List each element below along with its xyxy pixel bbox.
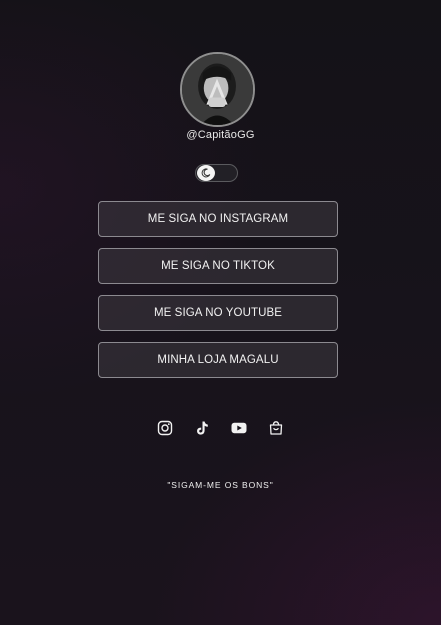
youtube-link-button[interactable]: ME SIGA NO YOUTUBE [98,295,338,331]
tagline: "SIGAM-ME OS BONS" [167,480,274,490]
instagram-icon[interactable] [157,420,173,436]
link-list: ME SIGA NO INSTAGRAM ME SIGA NO TIKTOK M… [98,201,338,389]
shopping-bag-icon[interactable] [268,420,284,436]
tiktok-link-button[interactable]: ME SIGA NO TIKTOK [98,248,338,284]
link-in-bio-page: @CapitãoGG ME SIGA NO INSTAGRAM ME SIGA … [0,0,441,625]
avatar-photo [182,54,253,125]
toggle-knob[interactable] [197,165,215,181]
tiktok-icon[interactable] [194,420,210,436]
username: @CapitãoGG [186,129,255,141]
instagram-link-button[interactable]: ME SIGA NO INSTAGRAM [98,201,338,237]
youtube-icon[interactable] [231,420,247,436]
magalu-store-link-button[interactable]: MINHA LOJA MAGALU [98,342,338,378]
social-icons [0,420,441,436]
avatar [180,52,255,127]
moon-icon [201,168,211,178]
theme-toggle[interactable] [195,164,238,182]
